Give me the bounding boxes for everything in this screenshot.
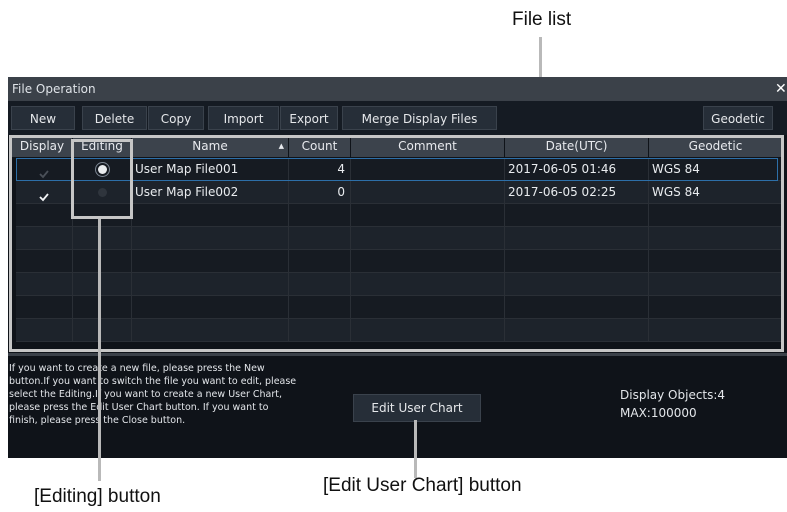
display-objects-count: Display Objects:4 [620,388,726,402]
max-objects: MAX:100000 [620,406,697,420]
merge-display-files-button[interactable]: Merge Display Files [342,106,497,130]
help-line: If you want to create a new file, please… [9,363,265,374]
geodetic-button[interactable]: Geodetic [703,106,773,130]
close-icon[interactable]: ✕ [775,77,787,101]
window-title: File Operation [12,82,96,96]
export-button[interactable]: Export [280,106,338,130]
window-titlebar: File Operation ✕ [8,77,787,101]
help-line: button.If you want to switch the file yo… [9,376,297,387]
help-text: If you want to create a new file, please… [9,362,349,427]
new-button[interactable]: New [11,106,75,130]
help-line: select the Editing.If you want to create… [9,389,282,400]
divider [8,353,787,356]
edit-user-chart-callout: [Edit User Chart] button [323,475,522,496]
import-button[interactable]: Import [208,106,279,130]
file-list-callout: File list [512,9,572,30]
copy-button[interactable]: Copy [148,106,204,130]
toolbar: New Delete Copy Import Export Merge Disp… [8,101,787,135]
help-line: finish, please press the Close button. [9,415,186,426]
edit-user-chart-callout-line [414,420,417,478]
editing-column-highlight [71,139,133,219]
help-line: please press the Edit User Chart button.… [9,402,269,413]
object-count-panel: Display Objects:4 MAX:100000 [620,386,725,422]
editing-callout-line [98,219,101,481]
edit-user-chart-button[interactable]: Edit User Chart [353,394,481,422]
editing-button-callout: [Editing] button [34,486,161,507]
delete-button[interactable]: Delete [82,106,147,130]
